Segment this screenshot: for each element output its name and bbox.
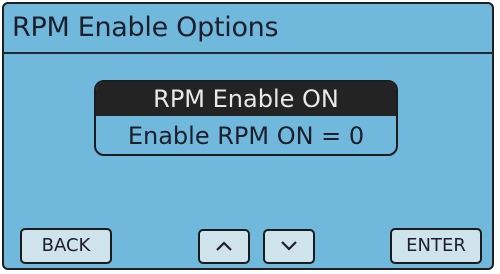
lcd-screen: RPM Enable Options RPM Enable ON Enable … xyxy=(2,2,494,270)
back-button[interactable]: BACK xyxy=(20,228,112,264)
enter-button[interactable]: ENTER xyxy=(390,228,482,264)
page-title: RPM Enable Options xyxy=(12,12,279,43)
up-button[interactable] xyxy=(198,229,250,264)
chevron-up-icon xyxy=(216,241,232,251)
option-selected[interactable]: RPM Enable ON xyxy=(96,82,396,116)
option-value: Enable RPM ON = 0 xyxy=(127,122,365,150)
down-button[interactable] xyxy=(263,229,315,264)
chevron-down-icon xyxy=(281,241,297,251)
option-panel: RPM Enable ON Enable RPM ON = 0 xyxy=(94,80,398,156)
device-bezel: RPM Enable Options RPM Enable ON Enable … xyxy=(0,0,500,274)
title-divider xyxy=(4,52,492,54)
